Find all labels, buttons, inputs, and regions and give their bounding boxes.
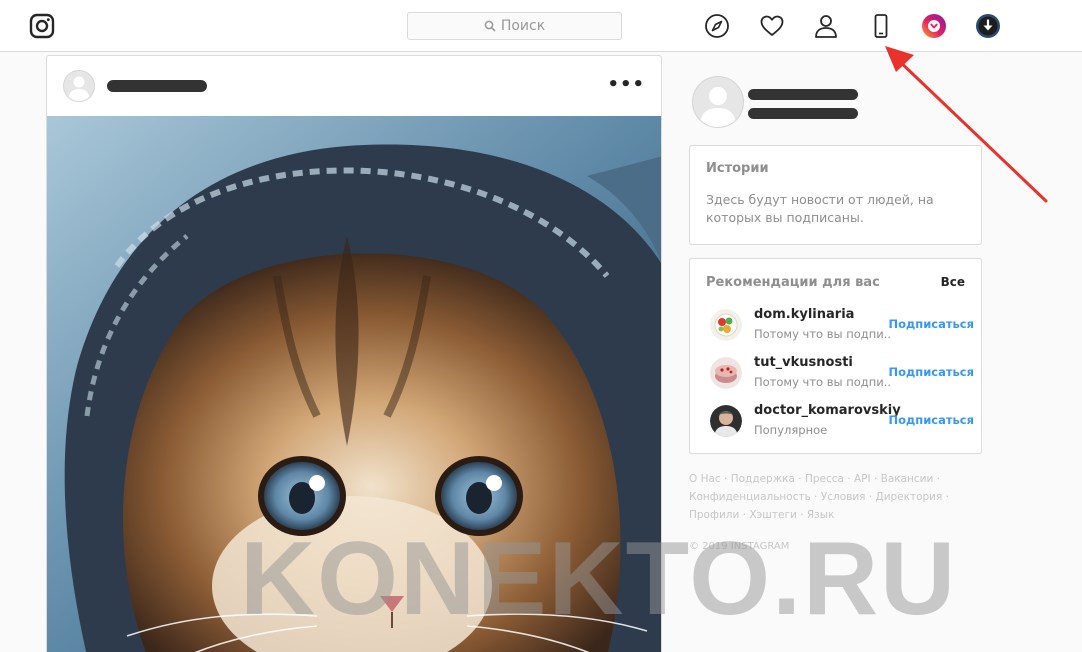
suggestion-avatar-person[interactable] bbox=[710, 405, 742, 437]
footer-link-directory[interactable]: Директория bbox=[875, 491, 942, 503]
footer-link-jobs[interactable]: Вакансии bbox=[881, 473, 934, 485]
mobile-phone-icon[interactable] bbox=[867, 12, 895, 40]
post-photo-kitten[interactable] bbox=[47, 116, 662, 652]
search-input[interactable]: Поиск bbox=[407, 12, 622, 40]
suggestion-item: dom.kylinaria Потому что вы подпи... Под… bbox=[710, 307, 974, 347]
suggestion-reason: Популярное bbox=[754, 423, 828, 437]
post-author-avatar[interactable] bbox=[63, 70, 95, 102]
suggestion-username[interactable]: dom.kylinaria bbox=[754, 307, 854, 322]
stories-title: Истории bbox=[706, 161, 769, 176]
footer-links: О Нас · Поддержка · Пресса · API · Вакан… bbox=[689, 473, 950, 521]
feed-post: ••• bbox=[46, 55, 662, 652]
recommendations-title: Рекомендации для вас bbox=[706, 275, 880, 290]
stories-panel: Истории Здесь будут новости от людей, на… bbox=[689, 145, 982, 245]
suggestion-username[interactable]: doctor_komarovskiy bbox=[754, 403, 901, 418]
download-icon[interactable] bbox=[974, 12, 1002, 40]
footer-link-api[interactable]: API bbox=[854, 473, 871, 485]
follow-button[interactable]: Подписаться bbox=[888, 317, 974, 331]
redacted-username bbox=[107, 80, 207, 92]
suggestion-username[interactable]: tut_vkusnosti bbox=[754, 355, 853, 370]
footer-link-profiles[interactable]: Профили bbox=[689, 509, 739, 521]
search-icon bbox=[484, 20, 496, 32]
suggestion-avatar-food[interactable] bbox=[710, 309, 742, 341]
copyright-text: © 2019 INSTAGRAM bbox=[689, 541, 790, 552]
redacted-username bbox=[748, 89, 858, 100]
footer-link-terms[interactable]: Условия bbox=[821, 491, 866, 503]
current-user-profile[interactable] bbox=[692, 76, 982, 132]
suggestion-item: tut_vkusnosti Потому что вы подпи... Под… bbox=[710, 355, 974, 395]
see-all-link[interactable]: Все bbox=[941, 275, 965, 289]
profile-icon[interactable] bbox=[812, 12, 840, 40]
follow-button[interactable]: Подписаться bbox=[888, 365, 974, 379]
post-header: ••• bbox=[47, 56, 661, 116]
footer-link-support[interactable]: Поддержка bbox=[731, 473, 795, 485]
instagram-logo-icon[interactable] bbox=[29, 13, 55, 39]
footer-link-about[interactable]: О Нас bbox=[689, 473, 721, 485]
heart-icon[interactable] bbox=[758, 12, 786, 40]
footer-link-press[interactable]: Пресса bbox=[805, 473, 844, 485]
footer-link-privacy[interactable]: Конфиденциальность bbox=[689, 491, 811, 503]
current-user-avatar[interactable] bbox=[692, 76, 744, 128]
suggestion-reason: Потому что вы подпи... bbox=[754, 327, 890, 341]
stories-empty-text: Здесь будут новости от людей, на которых… bbox=[706, 192, 934, 225]
camera-gradient-icon[interactable] bbox=[920, 12, 948, 40]
follow-button[interactable]: Подписаться bbox=[888, 413, 974, 427]
recommendations-panel: Рекомендации для вас Все dom.kylinaria П… bbox=[689, 258, 982, 454]
footer-link-language[interactable]: Язык bbox=[807, 509, 835, 521]
footer-link-hashtags[interactable]: Хэштеги bbox=[749, 509, 796, 521]
compass-icon[interactable] bbox=[703, 12, 731, 40]
suggestion-item: doctor_komarovskiy Популярное Подписатьс… bbox=[710, 403, 974, 443]
top-navigation-bar: Поиск bbox=[0, 0, 1082, 52]
suggestion-avatar-cake[interactable] bbox=[710, 357, 742, 389]
redacted-full-name bbox=[748, 108, 858, 119]
more-options-button[interactable]: ••• bbox=[607, 76, 645, 94]
search-placeholder: Поиск bbox=[500, 18, 546, 34]
suggestion-reason: Потому что вы подпи... bbox=[754, 375, 890, 389]
